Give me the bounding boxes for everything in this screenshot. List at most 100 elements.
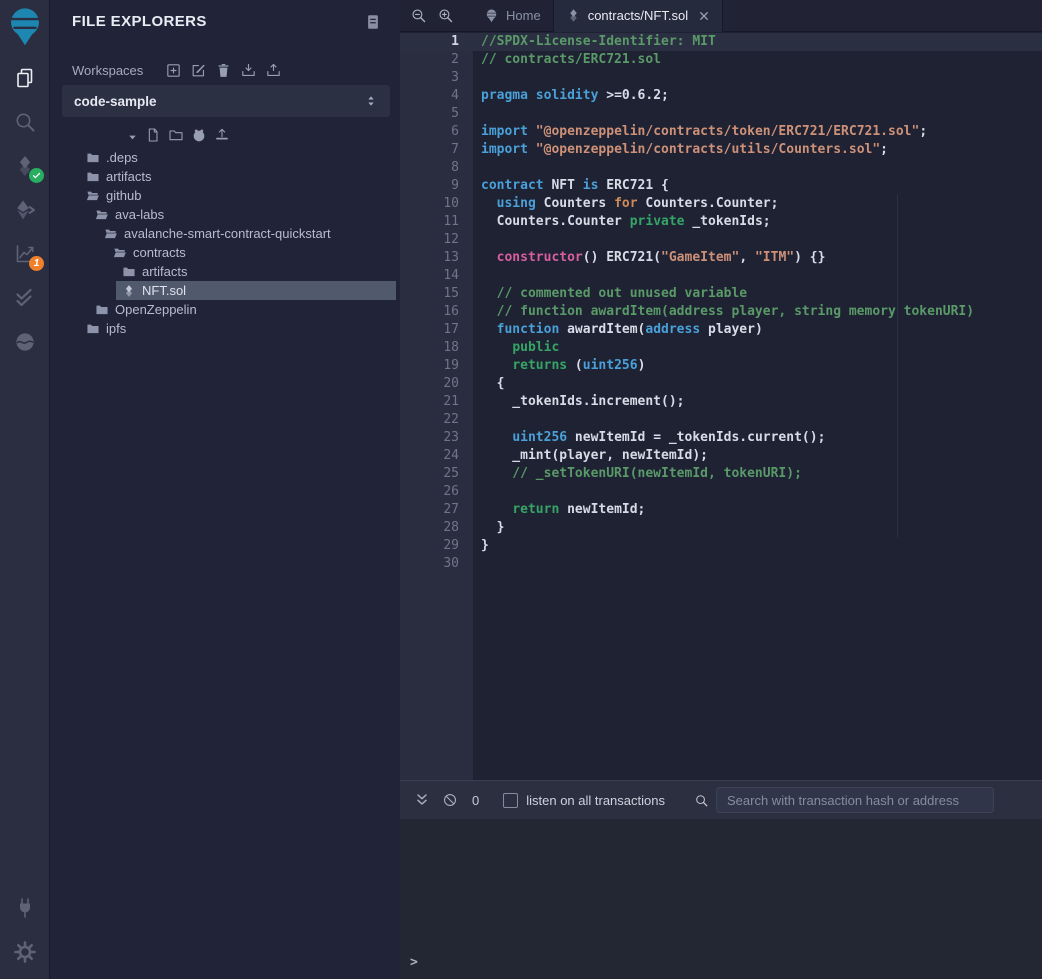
code-line[interactable]: 27 return newItemId;	[400, 501, 1042, 519]
line-number: 21	[400, 393, 473, 411]
remix-logo-icon[interactable]	[3, 4, 47, 48]
code-line[interactable]: 25 // _setTokenURI(newItemId, tokenURI);	[400, 465, 1042, 483]
tree-toolbar	[127, 127, 230, 143]
line-content	[473, 267, 481, 285]
line-content	[473, 105, 481, 123]
sidebar-item-search[interactable]	[13, 110, 37, 134]
line-content: // commented out unused variable	[473, 285, 747, 303]
code-line[interactable]: 1//SPDX-License-Identifier: MIT	[400, 33, 1042, 51]
line-content: function awardItem(address player)	[473, 321, 763, 339]
sidebar-item-plugin-circle[interactable]	[13, 330, 37, 354]
close-icon[interactable]	[698, 10, 710, 22]
terminal-prompt[interactable]: >	[410, 955, 418, 970]
line-content	[473, 483, 481, 501]
code-line[interactable]: 9contract NFT is ERC721 {	[400, 177, 1042, 195]
sidebar-item-plugin-manager[interactable]	[13, 896, 37, 920]
line-content: constructor() ERC721("GameItem", "ITM") …	[473, 249, 825, 267]
terminal-search-input[interactable]	[716, 787, 994, 813]
line-content	[473, 411, 481, 429]
folder-closed-icon	[122, 265, 136, 279]
tree-item-artifacts[interactable]: artifacts	[51, 167, 400, 186]
code-line[interactable]: 30	[400, 555, 1042, 573]
tree-item-label: ipfs	[106, 321, 126, 336]
code-line[interactable]: 2// contracts/ERC721.sol	[400, 51, 1042, 69]
code-line[interactable]: 3	[400, 69, 1042, 87]
code-line[interactable]: 24 _mint(player, newItemId);	[400, 447, 1042, 465]
tab-contracts-nft-sol[interactable]: contracts/NFT.sol	[553, 0, 723, 32]
sidebar-item-solidity-compiler[interactable]	[13, 154, 37, 178]
sidebar-item-settings[interactable]	[13, 940, 37, 964]
remix-tab-icon	[484, 8, 499, 23]
line-number: 15	[400, 285, 473, 303]
line-number: 16	[400, 303, 473, 321]
tree-item-avalanche-smart-contract-quickstart[interactable]: avalanche-smart-contract-quickstart	[51, 224, 400, 243]
line-number: 9	[400, 177, 473, 195]
code-line[interactable]: 28 }	[400, 519, 1042, 537]
tree-item-openzeppelin[interactable]: OpenZeppelin	[51, 300, 400, 319]
add-workspace-icon[interactable]	[165, 62, 182, 79]
tab-home[interactable]: Home	[472, 0, 553, 32]
code-line[interactable]: 21 _tokenIds.increment();	[400, 393, 1042, 411]
tree-item-github[interactable]: github	[51, 186, 400, 205]
code-line[interactable]: 7import "@openzeppelin/contracts/utils/C…	[400, 141, 1042, 159]
new-file-icon[interactable]	[145, 127, 161, 143]
file-tree: .depsartifactsgithubava-labsavalanche-sm…	[51, 148, 400, 338]
tree-item-contracts[interactable]: contracts	[51, 243, 400, 262]
upload-file-icon[interactable]	[214, 127, 230, 143]
code-line[interactable]: 17 function awardItem(address player)	[400, 321, 1042, 339]
sidebar-item-statistics[interactable]: 1	[13, 242, 37, 266]
rename-workspace-icon[interactable]	[190, 62, 207, 79]
code-line[interactable]: 29}	[400, 537, 1042, 555]
tree-item-label: ava-labs	[115, 207, 164, 222]
line-content: }	[473, 519, 504, 537]
code-line[interactable]: 19 returns (uint256)	[400, 357, 1042, 375]
delete-workspace-icon[interactable]	[215, 62, 232, 79]
code-line[interactable]: 23 uint256 newItemId = _tokenIds.current…	[400, 429, 1042, 447]
workspace-select[interactable]: code-sample	[62, 85, 390, 117]
tree-item--deps[interactable]: .deps	[51, 148, 400, 167]
clear-console-icon[interactable]	[442, 792, 458, 808]
github-clone-icon[interactable]	[191, 127, 207, 143]
line-number: 17	[400, 321, 473, 339]
tree-item-ipfs[interactable]: ipfs	[51, 319, 400, 338]
line-number: 27	[400, 501, 473, 519]
download-workspace-icon[interactable]	[240, 62, 257, 79]
tree-item-ava-labs[interactable]: ava-labs	[51, 205, 400, 224]
line-number: 5	[400, 105, 473, 123]
tree-item-artifacts[interactable]: artifacts	[51, 262, 400, 281]
code-line[interactable]: 20 {	[400, 375, 1042, 393]
zoom-out-icon[interactable]	[410, 7, 427, 24]
code-line[interactable]: 22	[400, 411, 1042, 429]
expand-terminal-icon[interactable]	[414, 792, 430, 808]
code-line[interactable]: 6import "@openzeppelin/contracts/token/E…	[400, 123, 1042, 141]
book-icon[interactable]	[364, 13, 382, 31]
sidebar-item-unit-testing[interactable]	[13, 286, 37, 310]
code-line[interactable]: 18 public	[400, 339, 1042, 357]
code-line[interactable]: 13 constructor() ERC721("GameItem", "ITM…	[400, 249, 1042, 267]
terminal-search-icon[interactable]	[694, 793, 709, 808]
code-line[interactable]: 4pragma solidity >=0.6.2;	[400, 87, 1042, 105]
tree-item-label: github	[106, 188, 141, 203]
code-line[interactable]: 10 using Counters for Counters.Counter;	[400, 195, 1042, 213]
line-content: Counters.Counter private _tokenIds;	[473, 213, 771, 231]
upload-workspace-icon[interactable]	[265, 62, 282, 79]
code-line[interactable]: 12	[400, 231, 1042, 249]
collapse-caret-icon[interactable]	[127, 130, 138, 141]
code-line[interactable]: 11 Counters.Counter private _tokenIds;	[400, 213, 1042, 231]
code-line[interactable]: 8	[400, 159, 1042, 177]
code-line[interactable]: 15 // commented out unused variable	[400, 285, 1042, 303]
code-editor[interactable]: 1//SPDX-License-Identifier: MIT2// contr…	[400, 33, 1042, 780]
code-line[interactable]: 14	[400, 267, 1042, 285]
new-folder-icon[interactable]	[168, 127, 184, 143]
line-number: 26	[400, 483, 473, 501]
sidebar-item-file-explorer[interactable]	[13, 66, 37, 90]
workspaces-label: Workspaces	[72, 63, 143, 78]
code-line[interactable]: 5	[400, 105, 1042, 123]
sidebar-item-deploy-run[interactable]	[13, 198, 37, 222]
solidity-file-icon	[122, 284, 136, 298]
zoom-in-icon[interactable]	[437, 7, 454, 24]
code-line[interactable]: 26	[400, 483, 1042, 501]
tree-item-nft-sol[interactable]: NFT.sol	[116, 281, 396, 300]
code-line[interactable]: 16 // function awardItem(address player,…	[400, 303, 1042, 321]
listen-transactions-checkbox[interactable]	[503, 793, 518, 808]
